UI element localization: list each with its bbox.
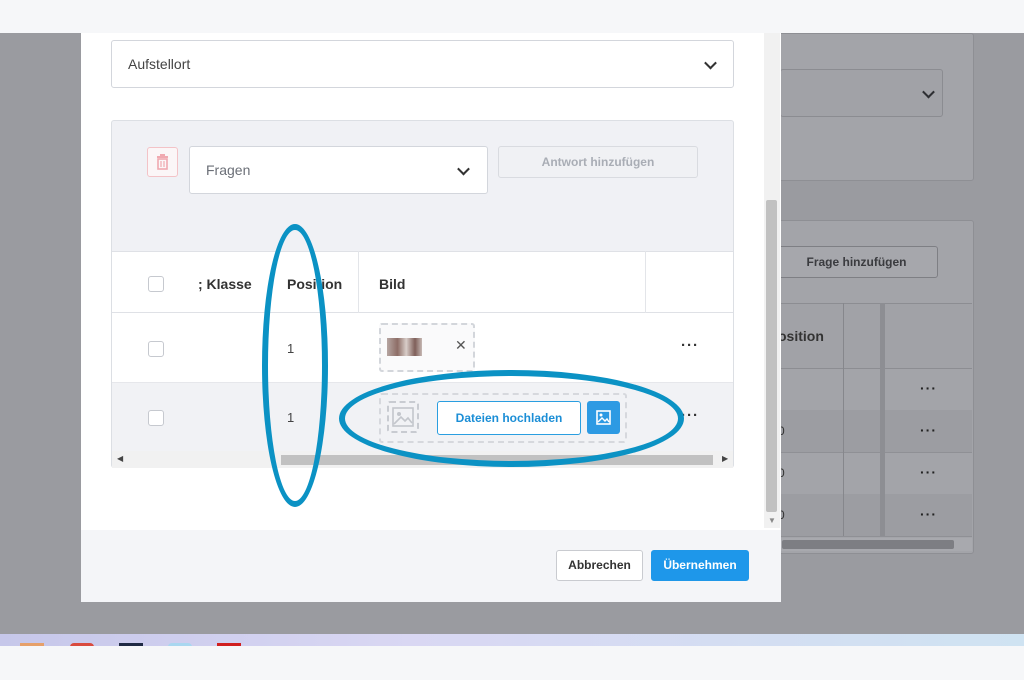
scroll-left-arrow-icon[interactable]: ◀ <box>117 454 123 463</box>
background-column-position: osition <box>778 328 824 344</box>
background-column-divider <box>843 303 844 536</box>
column-divider <box>645 251 646 313</box>
fragen-select[interactable]: Fragen <box>189 146 488 194</box>
browser-top-bar <box>0 0 1024 33</box>
modal-scrollbar-thumb[interactable] <box>766 200 777 512</box>
annotation-oval-upload-zone <box>339 370 684 467</box>
aufstellort-select[interactable]: Aufstellort <box>111 40 734 88</box>
scroll-down-arrow-icon[interactable]: ▼ <box>768 516 776 525</box>
close-icon[interactable]: ✕ <box>455 337 467 354</box>
column-header-bild: Bild <box>379 276 406 292</box>
select-all-checkbox[interactable] <box>148 276 164 292</box>
row-checkbox[interactable] <box>148 341 164 357</box>
trash-icon <box>157 154 168 170</box>
add-answer-button[interactable]: Antwort hinzufügen <box>498 146 698 178</box>
background-select <box>780 69 943 117</box>
background-column-divider <box>880 303 885 536</box>
aufstellort-select-value: Aufstellort <box>128 56 191 72</box>
more-horizontal-icon: ··· <box>920 464 937 480</box>
table-header: ; Klasse Position Bild <box>112 251 733 313</box>
cancel-button[interactable]: Abbrechen <box>556 550 643 581</box>
background-add-question-button: Frage hinzufügen <box>775 246 938 278</box>
background-scrollbar-thumb <box>782 540 954 549</box>
scroll-right-arrow-icon[interactable]: ▶ <box>722 454 728 463</box>
image-thumbnail <box>387 338 422 356</box>
row-checkbox[interactable] <box>148 410 164 426</box>
background-table-row <box>778 410 972 453</box>
background-table-row <box>778 494 972 537</box>
apply-button[interactable]: Übernehmen <box>651 550 749 581</box>
more-horizontal-icon[interactable]: ··· <box>681 337 699 354</box>
delete-button[interactable] <box>147 147 178 177</box>
table-row: 1 ✕ ··· <box>112 313 733 383</box>
more-horizontal-icon: ··· <box>920 422 937 438</box>
taskbar <box>0 634 1024 646</box>
fragen-select-placeholder: Fragen <box>206 162 251 178</box>
chevron-down-icon <box>457 162 470 176</box>
chevron-down-icon <box>704 56 717 70</box>
more-horizontal-icon: ··· <box>920 506 937 522</box>
background-table-row <box>778 368 972 411</box>
chevron-down-icon <box>922 85 935 99</box>
column-header-klasse: ; Klasse <box>198 276 252 292</box>
bottom-bar <box>0 646 1024 680</box>
image-preview: ✕ <box>379 323 475 372</box>
background-table-row <box>778 452 972 495</box>
annotation-oval-position-column <box>262 224 328 507</box>
more-horizontal-icon: ··· <box>920 380 937 396</box>
